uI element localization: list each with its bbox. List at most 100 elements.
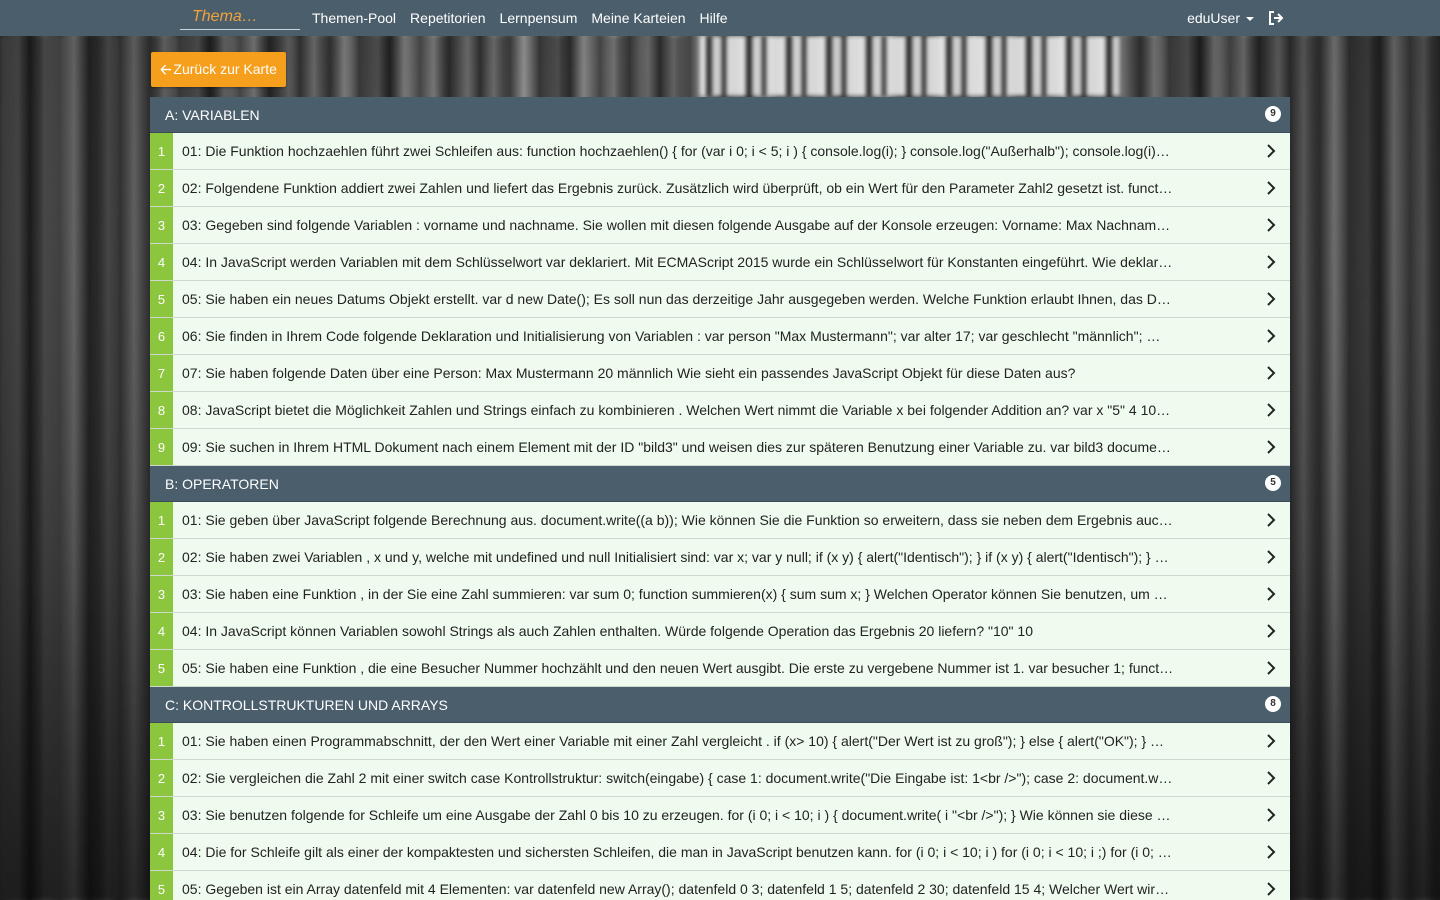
chevron-right-icon [1267, 292, 1276, 306]
question-text: 04: In JavaScript werden Variablen mit d… [182, 254, 1173, 270]
section-header[interactable]: C: KONTROLLSTRUKTUREN UND ARRAYS 8 [150, 687, 1290, 723]
question-text: 09: Sie suchen in Ihrem HTML Dokument na… [182, 439, 1171, 455]
user-name: eduUser [1187, 10, 1240, 26]
chevron-right-icon [1267, 550, 1276, 564]
topic-list: A: VARIABLEN 9 1 01: Die Funktion hochzaehl… [150, 97, 1290, 900]
row-number: 5 [150, 650, 173, 686]
topic-search-input[interactable]: Thema… [180, 4, 300, 30]
chevron-right-icon [1267, 513, 1276, 527]
chevron-right-icon [1267, 329, 1276, 343]
question-row[interactable]: 6 06: Sie finden in Ihrem Code folgende D… [150, 318, 1290, 355]
question-row[interactable]: 3 03: Sie haben eine Funktion , in der Si… [150, 576, 1290, 613]
question-row[interactable]: 4 04: In JavaScript werden Variablen mit … [150, 244, 1290, 281]
question-text: 05: Sie haben eine Funktion , die eine B… [182, 660, 1174, 676]
top-navbar: Thema… Themen-Pool Repetitorien Lernpens… [0, 0, 1440, 36]
row-number: 1 [150, 502, 173, 538]
row-number: 3 [150, 797, 173, 833]
chevron-right-icon [1267, 771, 1276, 785]
chevron-right-icon [1267, 366, 1276, 380]
question-text: 02: Folgendene Funktion addiert zwei Zah… [182, 180, 1173, 196]
question-text: 08: JavaScript bietet die Möglichkeit Za… [182, 402, 1171, 418]
chevron-right-icon [1267, 734, 1276, 748]
row-number: 5 [150, 281, 173, 317]
row-number: 7 [150, 355, 173, 391]
row-number: 9 [150, 429, 173, 465]
nav-link-themen-pool[interactable]: Themen-Pool [312, 0, 396, 36]
chevron-right-icon [1267, 845, 1276, 859]
row-number: 8 [150, 392, 173, 428]
count-badge: 9 [1265, 106, 1281, 122]
question-text: 01: Sie haben einen Programmabschnitt, d… [182, 733, 1165, 749]
question-text: 02: Sie vergleichen die Zahl 2 mit einer… [182, 770, 1173, 786]
question-row[interactable]: 2 02: Sie vergleichen die Zahl 2 mit eine… [150, 760, 1290, 797]
row-number: 2 [150, 539, 173, 575]
nav-link-lernpensum[interactable]: Lernpensum [500, 0, 578, 36]
back-button-label: Zurück zur Karte [173, 61, 277, 77]
nav-links: Themen-Pool Repetitorien Lernpensum Mein… [312, 0, 742, 36]
question-row[interactable]: 5 05: Sie haben eine Funktion , die eine … [150, 650, 1290, 687]
question-text: 03: Sie benutzen folgende for Schleife u… [182, 807, 1171, 823]
section-title: A: VARIABLEN [165, 107, 260, 123]
chevron-right-icon [1267, 808, 1276, 822]
question-row[interactable]: 1 01: Die Funktion hochzaehlen führt zwei… [150, 133, 1290, 170]
question-text: 04: Die for Schleife gilt als einer der … [182, 844, 1172, 860]
question-text: 02: Sie haben zwei Variablen , x und y, … [182, 549, 1169, 565]
section-header[interactable]: A: VARIABLEN 9 [150, 97, 1290, 133]
row-number: 4 [150, 834, 173, 870]
nav-link-meine-karteien[interactable]: Meine Karteien [591, 0, 685, 36]
question-row[interactable]: 8 08: JavaScript bietet die Möglichkeit Z… [150, 392, 1290, 429]
arrow-left-icon: 🡠 [160, 61, 172, 77]
question-row[interactable]: 2 02: Sie haben zwei Variablen , x und y,… [150, 539, 1290, 576]
row-number: 1 [150, 133, 173, 169]
section-title: B: OPERATOREN [165, 476, 279, 492]
chevron-right-icon [1267, 882, 1276, 896]
user-menu[interactable]: eduUser [1187, 0, 1254, 36]
section-header[interactable]: B: OPERATOREN 5 [150, 466, 1290, 502]
question-row[interactable]: 3 03: Sie benutzen folgende for Schleife … [150, 797, 1290, 834]
caret-down-icon [1246, 17, 1254, 22]
chevron-right-icon [1267, 144, 1276, 158]
question-text: 06: Sie finden in Ihrem Code folgende De… [182, 328, 1161, 344]
row-number: 1 [150, 723, 173, 759]
question-text: 05: Gegeben ist ein Array datenfeld mit … [182, 881, 1170, 897]
count-badge: 5 [1265, 475, 1281, 491]
question-row[interactable]: 9 09: Sie suchen in Ihrem HTML Dokument n… [150, 429, 1290, 466]
chevron-right-icon [1267, 181, 1276, 195]
question-row[interactable]: 1 01: Sie haben einen Programmabschnitt, … [150, 723, 1290, 760]
count-badge: 8 [1265, 696, 1281, 712]
nav-link-repetitorien[interactable]: Repetitorien [410, 0, 486, 36]
question-text: 04: In JavaScript können Variablen sowoh… [182, 623, 1033, 639]
chevron-right-icon [1267, 255, 1276, 269]
question-row[interactable]: 7 07: Sie haben folgende Daten über eine … [150, 355, 1290, 392]
row-number: 6 [150, 318, 173, 354]
chevron-right-icon [1267, 403, 1276, 417]
question-text: 01: Die Funktion hochzaehlen führt zwei … [182, 143, 1170, 159]
row-number: 3 [150, 207, 173, 243]
question-row[interactable]: 5 05: Gegeben ist ein Array datenfeld mit… [150, 871, 1290, 900]
row-number: 5 [150, 871, 173, 900]
question-text: 07: Sie haben folgende Daten über eine P… [182, 365, 1076, 381]
chevron-right-icon [1267, 661, 1276, 675]
chevron-right-icon [1267, 440, 1276, 454]
logout-icon[interactable] [1268, 10, 1284, 26]
section-title: C: KONTROLLSTRUKTUREN UND ARRAYS [165, 697, 448, 713]
question-text: 03: Gegeben sind folgende Variablen : vo… [182, 217, 1171, 233]
back-to-map-button[interactable]: 🡠 Zurück zur Karte [151, 52, 286, 87]
row-number: 4 [150, 244, 173, 280]
question-row[interactable]: 4 04: Die for Schleife gilt als einer der… [150, 834, 1290, 871]
question-text: 03: Sie haben eine Funktion , in der Sie… [182, 586, 1168, 602]
nav-link-hilfe[interactable]: Hilfe [700, 0, 728, 36]
question-row[interactable]: 3 03: Gegeben sind folgende Variablen : v… [150, 207, 1290, 244]
row-number: 3 [150, 576, 173, 612]
row-number: 2 [150, 760, 173, 796]
question-text: 01: Sie geben über JavaScript folgende B… [182, 512, 1173, 528]
chevron-right-icon [1267, 624, 1276, 638]
row-number: 4 [150, 613, 173, 649]
question-row[interactable]: 5 05: Sie haben ein neues Datums Objekt e… [150, 281, 1290, 318]
question-row[interactable]: 2 02: Folgendene Funktion addiert zwei Za… [150, 170, 1290, 207]
question-row[interactable]: 4 04: In JavaScript können Variablen sowo… [150, 613, 1290, 650]
question-text: 05: Sie haben ein neues Datums Objekt er… [182, 291, 1171, 307]
chevron-right-icon [1267, 218, 1276, 232]
chevron-right-icon [1267, 587, 1276, 601]
question-row[interactable]: 1 01: Sie geben über JavaScript folgende … [150, 502, 1290, 539]
